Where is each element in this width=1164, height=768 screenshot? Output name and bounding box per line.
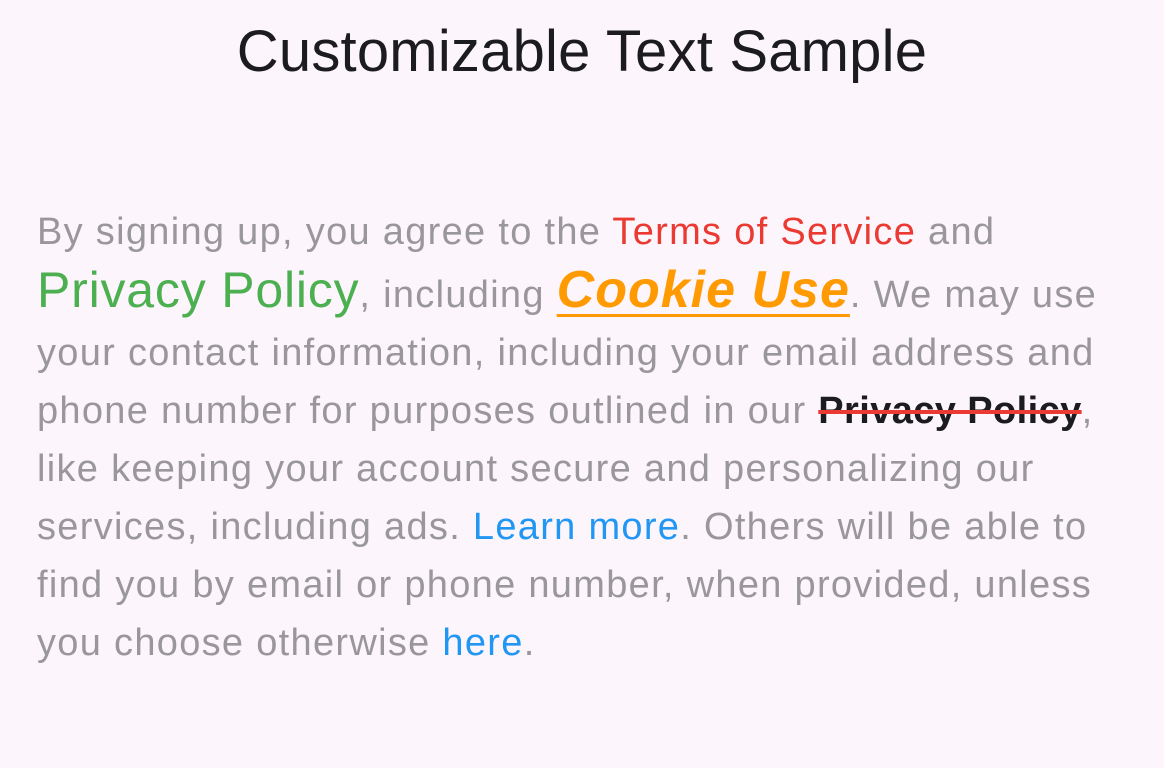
paragraph-text-7: . (523, 622, 536, 664)
learn-more-link[interactable]: Learn more (473, 506, 680, 548)
privacy-policy-link[interactable]: Privacy Policy (37, 262, 359, 318)
here-link[interactable]: here (442, 622, 523, 664)
paragraph-text-2: and (916, 211, 996, 253)
terms-of-service-link[interactable]: Terms of Service (612, 211, 916, 253)
consent-paragraph: By signing up, you agree to the Terms of… (37, 203, 1157, 672)
privacy-policy-strikethrough-link[interactable]: Privacy Policy (818, 390, 1081, 432)
page-title: Customizable Text Sample (236, 19, 928, 84)
paragraph-text-1: By signing up, you agree to the (37, 211, 613, 253)
paragraph-text-3: , including (359, 274, 557, 316)
cookie-use-link[interactable]: Cookie Use (557, 261, 850, 319)
